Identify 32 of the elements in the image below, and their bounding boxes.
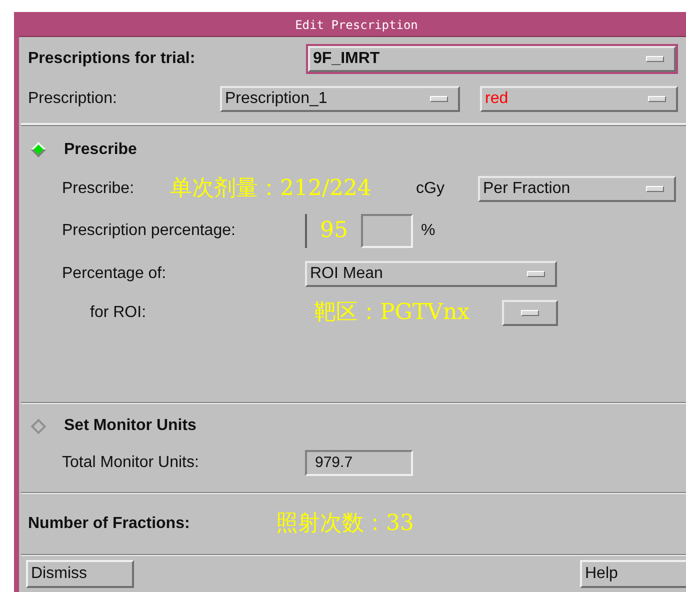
field-label: Prescribe:: [62, 178, 136, 199]
window-title: Edit Prescription: [295, 17, 418, 34]
menu-indicator-icon: [430, 96, 448, 102]
mode-dropdown[interactable]: Per Fraction: [478, 176, 676, 202]
unit-label: %: [421, 220, 436, 241]
section-label: Set Monitor Units: [64, 416, 196, 436]
percentage-of-dropdown[interactable]: ROI Mean: [305, 260, 557, 287]
field-label: Prescription percentage:: [62, 220, 236, 241]
prescription-dropdown[interactable]: Prescription_1: [220, 86, 460, 112]
section-label: Prescribe: [64, 140, 137, 160]
menu-indicator-icon: [648, 96, 666, 102]
menu-indicator-icon: [521, 310, 539, 316]
menu-indicator-icon: [646, 56, 664, 62]
field-label: Prescription:: [28, 88, 118, 109]
menu-indicator-icon: [527, 270, 545, 277]
annotation-text: 单次剂量：212/224: [170, 178, 372, 200]
field-label: for ROI:: [90, 303, 148, 324]
menu-indicator-icon: [646, 186, 664, 192]
dismiss-button[interactable]: Dismiss: [26, 560, 134, 588]
field-label: Total Monitor Units:: [62, 453, 200, 474]
unit-label: cGy: [416, 178, 446, 199]
annotation-text: 照射次数：33: [276, 513, 414, 536]
field-label: Number of Fractions:: [28, 514, 191, 534]
annotation-text: 靶区：PGTVnx: [314, 302, 471, 324]
roi-dropdown[interactable]: [502, 300, 558, 326]
field-label: Prescriptions for trial:: [28, 48, 196, 69]
input-field[interactable]: 979.7: [305, 450, 413, 476]
annotation-text: 95: [320, 220, 348, 242]
help-button[interactable]: Help: [580, 560, 686, 588]
field-label: Percentage of:: [62, 264, 168, 284]
trial-dropdown[interactable]: 9F_IMRT: [308, 46, 676, 72]
radio-button[interactable]: [30, 418, 46, 434]
